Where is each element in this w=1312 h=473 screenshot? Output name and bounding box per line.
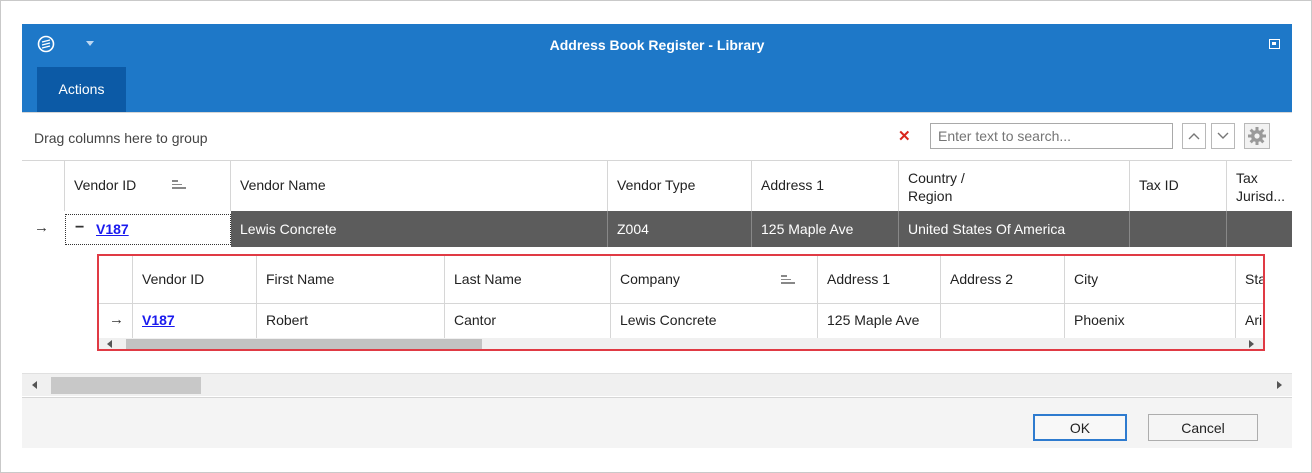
vendor-id-link[interactable]: V187 (96, 221, 129, 237)
search-next-button[interactable] (1211, 123, 1235, 149)
row-arrow-icon: → (109, 311, 124, 328)
vendor-grid: Drag columns here to group ✕ Enter text … (22, 112, 1292, 398)
scroll-left-icon[interactable] (32, 381, 37, 389)
ribbon: Actions (22, 67, 1292, 112)
collapse-icon[interactable]: − (75, 219, 84, 237)
vendor-type-cell[interactable]: Z004 (608, 211, 752, 247)
state-cell[interactable]: Ari (1236, 303, 1263, 338)
sort-icon[interactable] (781, 275, 795, 287)
ok-button[interactable]: OK (1033, 414, 1127, 441)
cancel-button[interactable]: Cancel (1148, 414, 1258, 441)
country-cell[interactable]: United States Of America (899, 211, 1130, 247)
sort-icon[interactable] (172, 180, 186, 192)
column-country-region[interactable]: Country / Region (899, 161, 1130, 211)
scroll-left-icon[interactable] (107, 340, 112, 348)
detail-column-last-name[interactable]: Last Name (445, 256, 611, 303)
detail-column-company[interactable]: Company (611, 256, 818, 303)
table-row[interactable]: → − V187 Lewis Concrete Z004 125 Maple A… (22, 211, 1292, 247)
chevron-down-icon (1217, 132, 1229, 139)
city-cell[interactable]: Phoenix (1065, 303, 1236, 338)
tax-id-cell[interactable] (1130, 211, 1227, 247)
grid-header: Vendor ID Vendor Name Vendor Type Addres… (22, 160, 1292, 212)
selected-row-cells[interactable]: Lewis Concrete Z004 125 Maple Ave United… (231, 211, 1292, 247)
page-frame: Address Book Register - Library Actions … (0, 0, 1312, 473)
detail-column-city[interactable]: City (1065, 256, 1236, 303)
vendor-id-cell[interactable]: − V187 (65, 214, 231, 245)
dialog-window: Address Book Register - Library Actions … (22, 24, 1292, 448)
table-row[interactable]: → V187 Robert Cantor Lewis Concrete 125 … (99, 303, 1263, 339)
column-tax-id[interactable]: Tax ID (1130, 161, 1227, 211)
row-arrow-icon: → (34, 219, 49, 236)
detail-column-vendor-id[interactable]: Vendor ID (133, 256, 257, 303)
search-input[interactable] (930, 123, 1173, 149)
restore-icon[interactable] (1269, 39, 1280, 49)
detail-vendor-id-cell[interactable]: V187 (133, 303, 257, 338)
address-1-cell[interactable]: 125 Maple Ave (752, 211, 899, 247)
scroll-thumb[interactable] (51, 377, 201, 394)
scroll-right-icon[interactable] (1249, 340, 1254, 348)
tax-jurisdiction-cell[interactable] (1227, 211, 1292, 247)
indicator-header (22, 161, 65, 211)
search-prev-button[interactable] (1182, 123, 1206, 149)
column-tax-jurisdiction[interactable]: Tax Jurisd... (1227, 161, 1292, 211)
last-name-cell[interactable]: Cantor (445, 303, 611, 338)
first-name-cell[interactable]: Robert (257, 303, 445, 338)
detail-address-1-cell[interactable]: 125 Maple Ave (818, 303, 941, 338)
vendor-name-cell[interactable]: Lewis Concrete (231, 211, 608, 247)
detail-indicator-header (99, 256, 133, 303)
clear-search-icon[interactable]: ✕ (898, 127, 911, 145)
title-bar: Address Book Register - Library (22, 24, 1292, 67)
scroll-right-icon[interactable] (1277, 381, 1282, 389)
column-vendor-type[interactable]: Vendor Type (608, 161, 752, 211)
tab-actions[interactable]: Actions (37, 67, 126, 112)
detail-header: Vendor ID First Name Last Name Company A… (99, 256, 1263, 304)
detail-column-address-2[interactable]: Address 2 (941, 256, 1065, 303)
address-2-cell[interactable] (941, 303, 1065, 338)
company-cell[interactable]: Lewis Concrete (611, 303, 818, 338)
horizontal-scrollbar[interactable] (22, 373, 1292, 396)
column-address-1[interactable]: Address 1 (752, 161, 899, 211)
column-vendor-id[interactable]: Vendor ID (65, 161, 231, 211)
detail-column-address-1[interactable]: Address 1 (818, 256, 941, 303)
detail-horizontal-scrollbar[interactable] (99, 338, 1263, 349)
detail-column-first-name[interactable]: First Name (257, 256, 445, 303)
gear-icon (1248, 127, 1266, 145)
window-title: Address Book Register - Library (549, 37, 765, 53)
detail-grid: Vendor ID First Name Last Name Company A… (97, 254, 1265, 351)
group-panel-hint[interactable]: Drag columns here to group (34, 130, 208, 146)
column-vendor-name[interactable]: Vendor Name (231, 161, 608, 211)
detail-scroll-thumb[interactable] (126, 339, 482, 349)
detail-vendor-id-link[interactable]: V187 (142, 312, 175, 328)
detail-column-state[interactable]: Sta (1236, 256, 1263, 303)
chevron-up-icon (1188, 133, 1200, 140)
settings-button[interactable] (1244, 123, 1270, 149)
